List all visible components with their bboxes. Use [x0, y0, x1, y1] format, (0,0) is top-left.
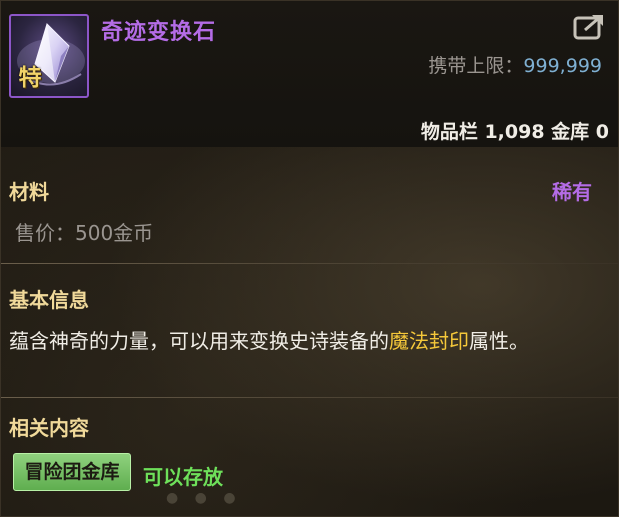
carry-limit-value: 999,999 — [523, 55, 602, 77]
desc-highlight: 魔法封印 — [389, 329, 469, 353]
share-export-icon[interactable] — [573, 13, 605, 41]
divider — [1, 397, 618, 398]
item-tooltip-panel: 特 奇迹变换石 携带上限：999,999 物品栏 1,098 金库 0 材料 稀… — [0, 0, 619, 517]
item-rarity: 稀有 — [552, 180, 592, 204]
divider — [1, 263, 618, 264]
carry-limit: 携带上限：999,999 — [428, 51, 602, 78]
item-name: 奇迹变换石 — [101, 20, 217, 45]
carry-limit-label: 携带上限： — [428, 55, 524, 77]
storage-count: 物品栏 1,098 金库 0 — [420, 121, 609, 143]
tooltip-header: 特 奇迹变换石 携带上限：999,999 物品栏 1,098 金库 0 — [1, 1, 618, 147]
basic-info-title: 基本信息 — [9, 288, 89, 312]
storable-status: 可以存放 — [143, 465, 223, 489]
special-badge: 特 — [18, 65, 42, 91]
item-icon-frame: 特 — [9, 14, 89, 98]
item-type: 材料 — [9, 180, 49, 204]
sell-price: 售价：500金币 — [15, 221, 154, 245]
desc-text: 蕴含神奇的力量，可以用来变换史诗装备的 — [9, 329, 389, 353]
related-content-title: 相关内容 — [9, 416, 89, 440]
desc-text-end: 属性。 — [469, 329, 529, 353]
item-description: 蕴含神奇的力量，可以用来变换史诗装备的魔法封印属性。 — [9, 323, 599, 360]
decorative-dots: ● ● ● — [166, 490, 242, 506]
adventure-vault-button[interactable]: 冒险团金库 — [13, 453, 131, 491]
